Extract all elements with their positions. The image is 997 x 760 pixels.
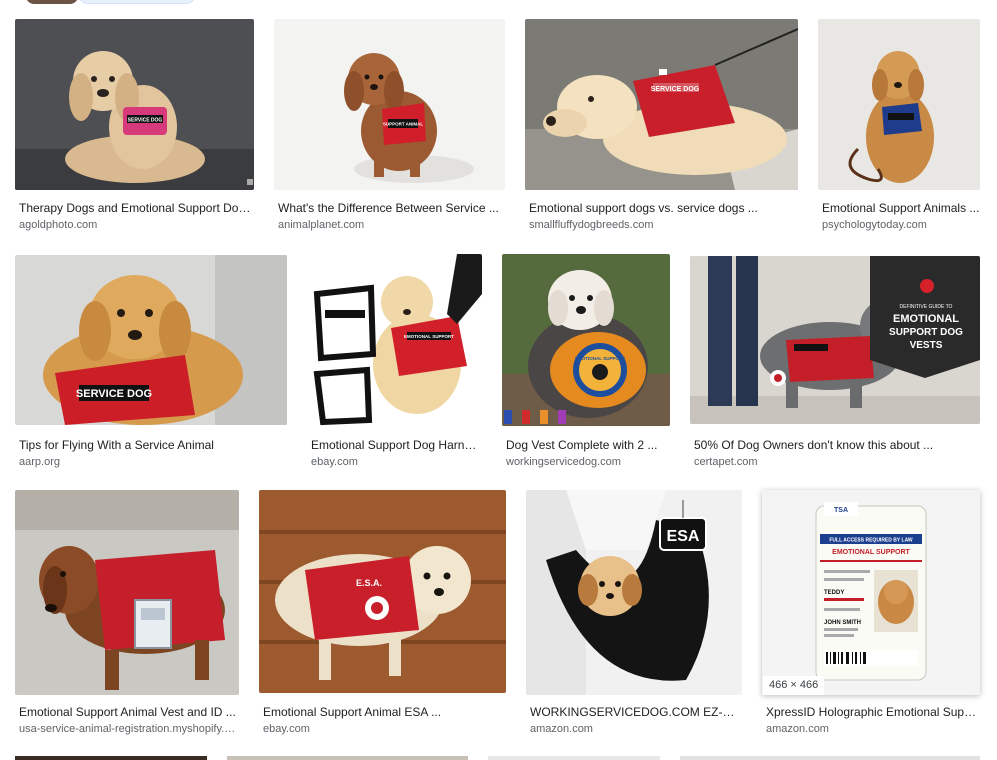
result-title[interactable]: Dog Vest Complete with 2 ... <box>506 438 670 452</box>
result-thumbnail[interactable]: ESA <box>526 490 742 695</box>
vest-patch-text: EMOTIONAL SUPPORT <box>575 356 625 361</box>
vest-patch-text: SERVICE DOG <box>76 388 152 400</box>
previous-row-thumbnail[interactable] <box>26 0 78 4</box>
image-result-11[interactable]: ESA WORKINGSERVICEDOG.COM EZ-Sling ... a… <box>526 490 742 738</box>
result-source[interactable]: workingservicedog.com <box>506 456 670 469</box>
result-title[interactable]: Emotional Support Animal ESA ... <box>263 705 506 719</box>
image-result-14[interactable] <box>227 756 468 760</box>
result-source[interactable]: ebay.com <box>263 723 506 736</box>
sling-badge-text: ESA <box>667 528 700 545</box>
result-source[interactable]: amazon.com <box>530 723 742 736</box>
card-logo-text: TSA <box>834 507 848 514</box>
result-title[interactable]: Emotional Support Dog Harness ... <box>311 438 482 452</box>
previous-row-chip[interactable] <box>78 0 196 4</box>
result-title[interactable]: WORKINGSERVICEDOG.COM EZ-Sling ... <box>530 705 742 719</box>
result-thumbnail[interactable]: DEFINITIVE GUIDE TO EMOTIONAL SUPPORT DO… <box>690 256 980 424</box>
card-name-text: TEDDY <box>824 590 844 596</box>
image-dimensions-badge: 466 × 466 <box>763 676 825 695</box>
result-title[interactable]: What's the Difference Between Service ..… <box>278 201 505 215</box>
image-result-1[interactable]: SERVICE DOG Therapy Dogs and Emotional S… <box>15 19 254 233</box>
image-result-10[interactable]: E.S.A. Emotional Support Animal ESA ... … <box>259 490 506 738</box>
result-thumbnail[interactable]: SERVICE DOG <box>15 19 254 190</box>
result-thumbnail[interactable]: E.S.A. <box>259 490 506 693</box>
result-thumbnail[interactable]: EMOTIONAL SUPPORT <box>502 254 670 426</box>
result-source[interactable]: aarp.org <box>19 456 287 469</box>
vest-patch-text: SERVICE DOG <box>651 86 700 93</box>
image-result-6[interactable]: EMOTIONAL SUPPORT Emotional Support Dog … <box>307 254 482 470</box>
result-thumbnail[interactable]: TSA FULL ACCESS REQUIRED BY LAW EMOTIONA… <box>762 490 980 695</box>
guide-line-2: EMOTIONAL <box>893 313 959 325</box>
image-result-4[interactable]: Emotional Support Animals ... psychology… <box>818 19 980 233</box>
result-source[interactable]: psychologytoday.com <box>822 219 980 232</box>
card-banner-text: FULL ACCESS REQUIRED BY LAW <box>829 538 913 544</box>
result-title[interactable]: Therapy Dogs and Emotional Support Dogs … <box>19 201 254 215</box>
result-thumbnail[interactable]: EMOTIONAL SUPPORT <box>307 254 482 426</box>
result-source[interactable]: amazon.com <box>766 723 980 736</box>
image-result-8[interactable]: DEFINITIVE GUIDE TO EMOTIONAL SUPPORT DO… <box>690 254 980 470</box>
result-source[interactable]: agoldphoto.com <box>19 219 254 232</box>
image-result-7[interactable]: EMOTIONAL SUPPORT Dog Vest Complete with… <box>502 254 670 470</box>
result-thumbnail[interactable]: SUPPORT ANIMAL <box>274 19 505 190</box>
result-source[interactable]: usa-service-animal-registration.myshopif… <box>19 723 239 736</box>
guide-line-3: SUPPORT DOG <box>889 327 963 338</box>
result-title[interactable]: Tips for Flying With a Service Animal <box>19 438 287 452</box>
result-source[interactable]: ebay.com <box>311 456 482 469</box>
image-result-16[interactable] <box>680 756 980 760</box>
result-title[interactable]: Emotional Support Animal Vest and ID ... <box>19 705 239 719</box>
result-source[interactable]: animalplanet.com <box>278 219 505 232</box>
result-title[interactable]: XpressID Holographic Emotional Support .… <box>766 705 980 719</box>
result-title[interactable]: Emotional support dogs vs. service dogs … <box>529 201 798 215</box>
result-source[interactable]: certapet.com <box>694 456 980 469</box>
vest-patch-text: SERVICE DOG <box>128 118 163 124</box>
result-thumbnail[interactable]: SERVICE DOG <box>525 19 798 190</box>
image-result-2[interactable]: SUPPORT ANIMAL What's the Difference Bet… <box>274 19 505 233</box>
card-handler-text: JOHN SMITH <box>824 620 861 626</box>
result-thumbnail[interactable]: SERVICE DOG <box>15 255 287 425</box>
card-heading-text: EMOTIONAL SUPPORT <box>832 549 910 556</box>
result-thumbnail[interactable] <box>15 490 239 695</box>
guide-line-1: DEFINITIVE GUIDE TO <box>900 304 953 310</box>
result-source[interactable]: smallfluffydogbreeds.com <box>529 219 798 232</box>
vest-patch-text: SUPPORT ANIMAL <box>383 122 424 127</box>
image-result-12[interactable]: TSA FULL ACCESS REQUIRED BY LAW EMOTIONA… <box>762 490 980 738</box>
result-title[interactable]: 50% Of Dog Owners don't know this about … <box>694 438 980 452</box>
result-title[interactable]: Emotional Support Animals ... <box>822 201 980 215</box>
result-thumbnail[interactable] <box>818 19 980 190</box>
previous-row-edge <box>0 0 997 6</box>
image-result-9[interactable]: Emotional Support Animal Vest and ID ...… <box>15 490 239 738</box>
guide-line-4: VESTS <box>910 340 943 351</box>
image-result-3[interactable]: SERVICE DOG Emotional support dogs vs. s… <box>525 19 798 233</box>
image-result-13[interactable] <box>15 756 207 760</box>
vest-patch-text: E.S.A. <box>356 578 382 588</box>
vest-patch-text: EMOTIONAL SUPPORT <box>404 334 454 339</box>
image-result-15[interactable] <box>488 756 660 760</box>
image-result-5[interactable]: SERVICE DOG Tips for Flying With a Servi… <box>15 254 287 470</box>
